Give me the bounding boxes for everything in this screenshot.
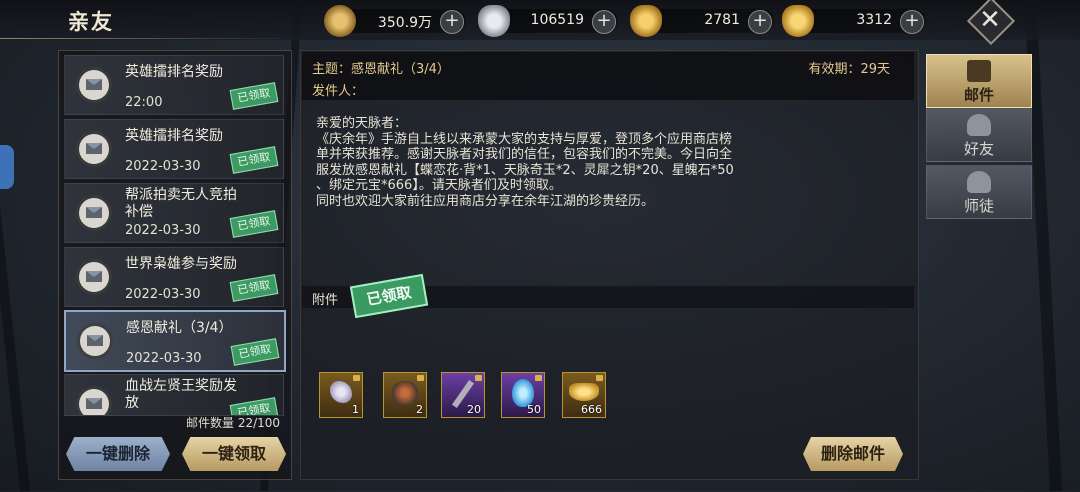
- delete-mail-button[interactable]: 删除邮件: [803, 437, 903, 471]
- tab-label: 好友: [963, 140, 994, 158]
- mail-envelope-icon: [79, 198, 109, 228]
- tab-label: 师徒: [963, 197, 994, 215]
- coin-icon: [324, 5, 356, 37]
- mail-envelope-icon: [79, 70, 109, 100]
- friend-icon: [967, 114, 991, 136]
- mail-item-date: 2022-03-30: [126, 351, 202, 366]
- add-silver-button[interactable]: +: [592, 10, 616, 34]
- gold-ingot-icon: [569, 383, 599, 401]
- side-panel-handle[interactable]: [0, 145, 14, 189]
- currency-gold: 3312 +: [782, 5, 926, 37]
- mail-item-title: 世界枭雄参与奖励: [125, 256, 237, 272]
- item-count: 20: [467, 403, 481, 416]
- bound-gold-ingot-icon: [630, 5, 662, 37]
- item-count: 50: [527, 403, 541, 416]
- attachment-slot[interactable]: 2: [383, 372, 427, 418]
- item-count: 666: [581, 403, 602, 416]
- mentor-icon: [967, 171, 991, 193]
- delete-all-button[interactable]: 一键删除: [66, 437, 170, 471]
- mail-subject: 主题：感恩献礼（3/4）: [312, 62, 450, 77]
- currency-silver: 106519 +: [478, 5, 618, 37]
- silver-ingot-icon: [478, 5, 510, 37]
- claimed-stamp: 已领取: [229, 82, 279, 110]
- item-count: 2: [416, 403, 423, 416]
- mail-envelope-icon: [79, 134, 109, 164]
- currency-value: 350.9万: [377, 15, 432, 31]
- claimed-stamp: 已领取: [229, 274, 279, 302]
- mail-item-title: 感恩献礼（3/4）: [126, 320, 233, 336]
- butterfly-wings-icon: [330, 381, 352, 403]
- title-underline: [0, 38, 300, 39]
- mail-list-item-selected[interactable]: 感恩献礼（3/4） 2022-03-30 已领取: [64, 310, 286, 372]
- mail-item-title: 血战左贤王奖励发放: [125, 378, 237, 411]
- tab-friends[interactable]: 好友: [926, 108, 1032, 162]
- tab-label: 邮件: [963, 86, 994, 104]
- mail-count: 邮件数量 22/100: [186, 416, 281, 430]
- mail-item-date: 22:00: [125, 95, 163, 110]
- mail-list-item[interactable]: 世界枭雄参与奖励 2022-03-30 已领取: [64, 247, 284, 307]
- mail-envelope-icon: [79, 262, 109, 292]
- mail-body: 亲爱的天脉者： 《庆余年》手游自上线以来承蒙大家的支持与厚爱，登顶多个应用商店榜…: [316, 116, 734, 209]
- mail-item-title: 英雄擂排名奖励: [125, 64, 223, 80]
- currency-value: 106519: [530, 12, 584, 28]
- mail-item-date: 2022-03-30: [125, 159, 201, 174]
- attachment-label: 附件: [312, 293, 339, 308]
- add-gold-button[interactable]: +: [900, 10, 924, 34]
- background-tree: [0, 2, 30, 492]
- currency-bound-gold: 2781 +: [630, 5, 774, 37]
- jade-ore-icon: [392, 381, 418, 405]
- lock-icon: [417, 375, 424, 381]
- mail-list-item[interactable]: 血战左贤王奖励发放 已领取: [64, 374, 284, 416]
- attachment-slot[interactable]: 20: [441, 372, 485, 418]
- mail-list-item[interactable]: 英雄擂排名奖励 22:00 已领取: [64, 55, 284, 115]
- claimed-stamp: 已领取: [229, 146, 279, 174]
- attachment-slot[interactable]: 666: [562, 372, 606, 418]
- mail-envelope-icon: [80, 326, 110, 356]
- lock-icon: [596, 375, 603, 381]
- mail-item-title: 英雄擂排名奖励: [125, 128, 223, 144]
- lock-icon: [535, 375, 542, 381]
- mail-sender: 发件人：: [312, 84, 365, 99]
- currency-coin: 350.9万 +: [324, 5, 466, 37]
- currency-value: 2781: [704, 12, 740, 28]
- attachment-slot[interactable]: 50: [501, 372, 545, 418]
- close-button[interactable]: ✕: [966, 0, 1016, 46]
- add-coin-button[interactable]: +: [440, 10, 464, 34]
- close-icon: ✕: [979, 5, 1001, 35]
- mail-icon: [967, 60, 991, 82]
- lock-icon: [475, 375, 482, 381]
- mail-item-date: 2022-03-30: [125, 287, 201, 302]
- mail-item-date: 2022-03-30: [125, 223, 201, 238]
- tab-mail[interactable]: 邮件: [926, 54, 1032, 108]
- mail-validity: 有效期：29天: [808, 62, 890, 77]
- mail-list-item[interactable]: 英雄擂排名奖励 2022-03-30 已领取: [64, 119, 284, 179]
- attachment-slot[interactable]: 1: [319, 372, 363, 418]
- mail-list-item[interactable]: 帮派拍卖无人竞拍补偿 2022-03-30 已领取: [64, 183, 284, 243]
- item-count: 1: [352, 403, 359, 416]
- claim-all-button[interactable]: 一键领取: [182, 437, 286, 471]
- gold-ingot-icon: [782, 5, 814, 37]
- claimed-stamp: 已领取: [230, 338, 280, 366]
- currency-value: 3312: [856, 12, 892, 28]
- lock-icon: [353, 375, 360, 381]
- mail-envelope-icon: [79, 389, 109, 415]
- page-title: 亲友: [68, 10, 114, 34]
- top-bar: 亲友 350.9万 + 106519 + 2781 + 3312 + ✕: [0, 0, 1080, 46]
- add-bound-gold-button[interactable]: +: [748, 10, 772, 34]
- mail-item-title: 帮派拍卖无人竞拍补偿: [125, 187, 237, 220]
- tab-mentor[interactable]: 师徒: [926, 165, 1032, 219]
